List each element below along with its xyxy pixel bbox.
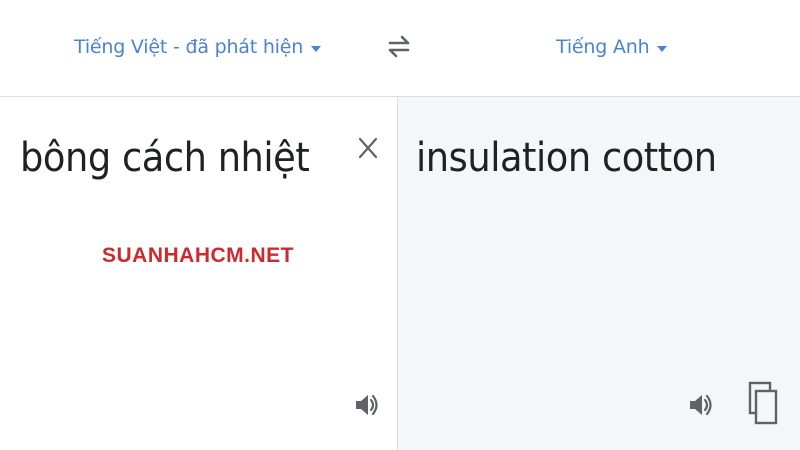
language-bar: Tiếng Việt - đã phát hiện Tiếng Anh [0,0,800,97]
translation-pane: insulation cotton [398,97,800,450]
translation-text: insulation cotton [416,135,717,181]
close-icon[interactable] [352,131,384,165]
speaker-icon[interactable] [352,390,382,420]
target-language-label: Tiếng Anh [556,36,650,58]
target-language-selector[interactable]: Tiếng Anh [556,32,668,62]
copy-icon[interactable] [746,379,780,427]
caret-down-icon [311,45,322,52]
swap-languages-icon[interactable] [384,30,414,62]
speaker-icon[interactable] [686,390,716,420]
source-language-selector[interactable]: Tiếng Việt - đã phát hiện [74,32,322,62]
source-language-label: Tiếng Việt - đã phát hiện [74,36,304,58]
source-text-pane[interactable]: bông cách nhiệt SUANHAHCM.NET [0,97,398,450]
watermark-text: SUANHAHCM.NET [102,244,294,267]
caret-down-icon [657,45,668,52]
source-text[interactable]: bông cách nhiệt [20,135,310,181]
